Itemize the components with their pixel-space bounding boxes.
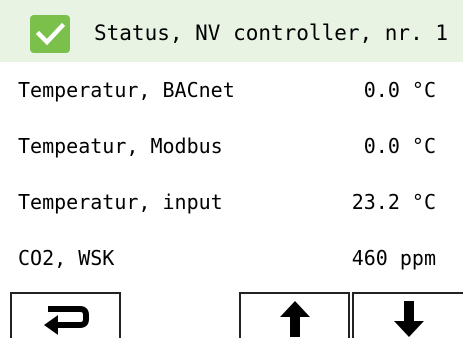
- row-label: Temperatur, input: [18, 190, 223, 214]
- arrow-down-icon: [393, 301, 424, 337]
- checkmark-icon: [30, 15, 70, 53]
- data-row-bacnet-temperature: Temperatur, BACnet 0.0 °C: [0, 62, 463, 118]
- data-row-co2: CO2, WSK 460 ppm: [0, 230, 463, 286]
- row-label: CO2, WSK: [18, 246, 115, 270]
- header-bar: Status, NV controller, nr. 1: [0, 0, 463, 62]
- row-value: 0.0 °C: [363, 134, 436, 158]
- row-label: Tempeatur, Modbus: [18, 134, 223, 158]
- data-row-modbus-temperature: Tempeatur, Modbus 0.0 °C: [0, 118, 463, 174]
- back-button[interactable]: [10, 292, 121, 338]
- scroll-down-button[interactable]: [352, 292, 463, 338]
- status-screen: Status, NV controller, nr. 1 Temperatur,…: [0, 0, 463, 338]
- page-title: Status, NV controller, nr. 1: [94, 21, 449, 45]
- row-value: 460 ppm: [351, 246, 436, 270]
- return-arrow-icon: [43, 306, 89, 335]
- checkmark-glyph: [35, 22, 66, 46]
- row-label: Temperatur, BACnet: [18, 78, 235, 102]
- scroll-up-button[interactable]: [239, 292, 350, 338]
- row-value: 23.2 °C: [351, 190, 436, 214]
- row-value: 0.0 °C: [363, 78, 436, 102]
- data-row-input-temperature: Temperatur, input 23.2 °C: [0, 174, 463, 230]
- arrow-up-icon: [279, 301, 310, 337]
